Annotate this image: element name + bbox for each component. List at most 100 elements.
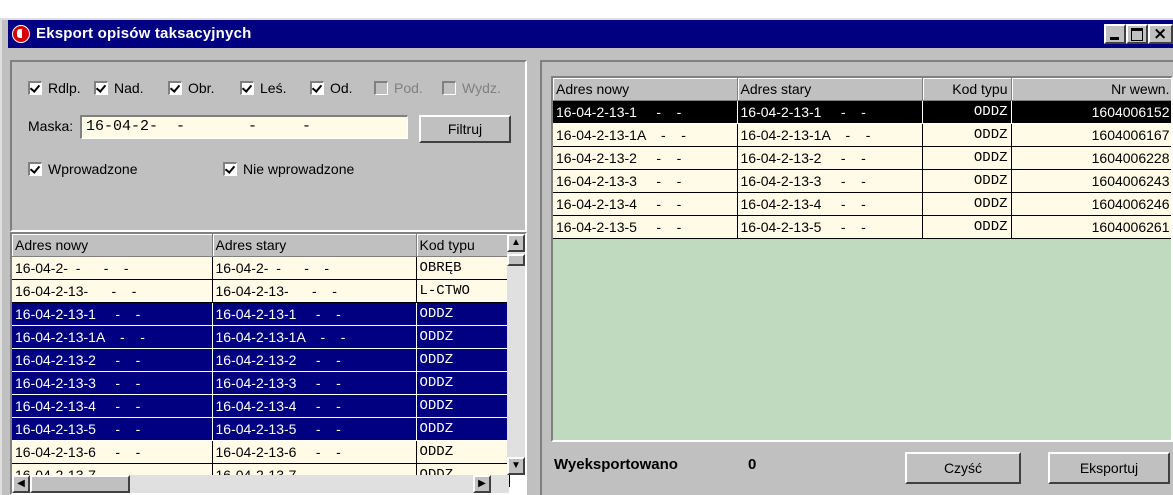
cell-new: 16-04-2-13-5 - - <box>553 215 738 239</box>
cell-old: 16-04-2-13-5 - - <box>212 417 417 441</box>
filter-button[interactable]: Filtruj <box>419 115 511 143</box>
title-bar[interactable]: Eksport opisów taksacyjnych × <box>8 20 1173 48</box>
table-row[interactable]: 16-04-2-13-2 - -16-04-2-13-2 - - ODDZ 1604… <box>553 146 1171 170</box>
minimize-button[interactable] <box>1104 24 1126 44</box>
cell-old: 16-04-2-13-4 - - <box>212 394 417 418</box>
cell-new: 16-04-2-13-2 - - <box>12 348 213 372</box>
scroll-up-arrow-icon[interactable]: ▲ <box>507 234 525 252</box>
filter-button-label: Filtruj <box>447 121 483 137</box>
cell-code: ODDZ <box>416 371 510 395</box>
close-icon: × <box>1153 24 1168 44</box>
source-grid[interactable]: Adres nowy Adres stary Kod typu 16-04-2- -… <box>10 232 527 495</box>
checkbox-box[interactable] <box>28 81 42 95</box>
mask-label: Maska: <box>28 118 74 134</box>
maximize-button[interactable] <box>1126 24 1148 44</box>
close-button[interactable]: × <box>1148 24 1173 44</box>
level-checkbox[interactable]: Od. <box>310 80 353 96</box>
level-checkbox[interactable]: Leś. <box>240 80 286 96</box>
clear-button-label: Czyść <box>943 460 983 476</box>
checkbox-box[interactable] <box>94 81 108 95</box>
checkbox-label: Leś. <box>260 80 287 96</box>
table-row[interactable]: 16-04-2-13-5 - -16-04-2-13-5 - - ODDZ <box>12 417 510 441</box>
scroll-right-arrow-icon[interactable]: ▶ <box>473 475 491 493</box>
cell-old: 16-04-2-13-4 - - <box>737 192 923 216</box>
table-row[interactable]: 16-04-2-13-6 - -16-04-2-13-6 - - ODDZ <box>12 440 510 464</box>
cell-code: ODDZ <box>922 169 1012 193</box>
cell-code: OBRĘB <box>416 256 510 280</box>
cell-code: ODDZ <box>922 215 1012 239</box>
entered-checkbox[interactable]: Wprowadzone <box>28 161 138 177</box>
cell-old: 16-04-2-13-2 - - <box>212 348 417 372</box>
table-row[interactable]: 16-04-2-13-2 - -16-04-2-13-2 - - ODDZ <box>12 348 510 372</box>
cell-new: 16-04-2-13-6 - - <box>12 440 213 464</box>
table-row[interactable]: 16-04-2-13-3 - -16-04-2-13-3 - - ODDZ <box>12 371 510 395</box>
cell-old: 16-04-2-13-1 - - <box>737 100 923 124</box>
checkbox-box <box>374 81 388 95</box>
cell-nr: 1604006243 <box>1011 169 1171 193</box>
cell-nr: 1604006152 <box>1011 100 1171 124</box>
level-checkbox[interactable]: Nad. <box>94 80 144 96</box>
clear-button[interactable]: Czyść <box>905 452 1021 484</box>
table-row[interactable]: 16-04-2-13-1 - -16-04-2-13-1 - - ODDZ 1604… <box>553 100 1171 124</box>
cell-new: 16-04-2-13-1A - - <box>553 123 738 147</box>
checkbox-box[interactable] <box>223 162 237 176</box>
cell-code: ODDZ <box>922 146 1012 170</box>
cell-new: 16-04-2-13-2 - - <box>553 146 738 170</box>
cell-code: ODDZ <box>922 192 1012 216</box>
checkbox-box[interactable] <box>168 81 182 95</box>
cell-code: ODDZ <box>922 123 1012 147</box>
column-header[interactable]: Adres nowy <box>553 78 738 101</box>
export-grid[interactable]: Adres nowy Adres stary Kod typu Nr wewn. 16… <box>551 76 1173 442</box>
export-button[interactable]: Eksportuj <box>1048 452 1170 484</box>
table-row[interactable]: 16-04-2-13-4 - -16-04-2-13-4 - - ODDZ <box>12 394 510 418</box>
not-entered-checkbox[interactable]: Nie wprowadzone <box>223 161 354 177</box>
cell-code: ODDZ <box>416 302 510 326</box>
column-header[interactable]: Adres stary <box>212 234 417 257</box>
checkbox-box[interactable] <box>240 81 254 95</box>
cell-code: ODDZ <box>416 325 510 349</box>
level-checkbox: Wydz. <box>442 80 501 96</box>
table-row[interactable]: 16-04-2-13- - -16-04-2-13- - - L-CTWO <box>12 279 510 303</box>
checkbox-box[interactable] <box>310 81 324 95</box>
cell-code: ODDZ <box>416 440 510 464</box>
column-header[interactable]: Adres stary <box>737 78 923 101</box>
level-checkbox[interactable]: Rdlp. <box>28 80 81 96</box>
cell-old: 16-04-2-13-3 - - <box>212 371 417 395</box>
checkbox-label: Obr. <box>188 80 215 96</box>
cell-nr: 1604006167 <box>1011 123 1171 147</box>
filter-panel: Rdlp. Nad. Obr. Leś. Od. Pod. Wydz. Maska: 16-… <box>10 60 527 232</box>
cell-new: 16-04-2-13-1A - - <box>12 325 213 349</box>
table-row[interactable]: 16-04-2-13-3 - -16-04-2-13-3 - - ODDZ 1604… <box>553 169 1171 193</box>
column-header[interactable]: Kod typu <box>416 234 510 257</box>
checkbox-label: Pod. <box>394 80 423 96</box>
column-header[interactable]: Kod typu <box>922 78 1012 101</box>
column-header[interactable]: Adres nowy <box>12 234 213 257</box>
scroll-left-arrow-icon[interactable]: ◀ <box>12 475 30 493</box>
column-header[interactable]: Nr wewn. <box>1011 78 1171 101</box>
scroll-down-arrow-icon[interactable]: ▼ <box>507 457 525 475</box>
scroll-thumb[interactable] <box>507 254 525 266</box>
cell-code: ODDZ <box>416 394 510 418</box>
cell-nr: 1604006228 <box>1011 146 1171 170</box>
table-row[interactable]: 16-04-2-13-5 - -16-04-2-13-5 - - ODDZ 1604… <box>553 215 1171 239</box>
table-row[interactable]: 16-04-2-13-1A - -16-04-2-13-1A - - ODDZ <box>12 325 510 349</box>
vertical-scrollbar[interactable]: ▲ ▼ <box>507 234 525 475</box>
cell-code: ODDZ <box>922 100 1012 124</box>
not-entered-label: Nie wprowadzone <box>243 161 355 177</box>
cell-new: 16-04-2-13-4 - - <box>553 192 738 216</box>
horizontal-scrollbar[interactable]: ◀ ▶ <box>12 475 509 493</box>
cell-new: 16-04-2-13-1 - - <box>553 100 738 124</box>
cell-code: ODDZ <box>416 417 510 441</box>
checkbox-box[interactable] <box>28 162 42 176</box>
hscroll-thumb[interactable] <box>30 475 130 493</box>
cell-new: 16-04-2-13-3 - - <box>553 169 738 193</box>
checkbox-box <box>442 81 456 95</box>
mask-input[interactable]: 16-04-2- - - - <box>80 115 408 139</box>
entered-label: Wprowadzone <box>48 161 138 177</box>
table-row[interactable]: 16-04-2- - - -16-04-2- - - - OBRĘB <box>12 256 510 280</box>
table-row[interactable]: 16-04-2-13-1 - -16-04-2-13-1 - - ODDZ <box>12 302 510 326</box>
level-checkbox[interactable]: Obr. <box>168 80 214 96</box>
table-row[interactable]: 16-04-2-13-1A - -16-04-2-13-1A - - ODDZ 16… <box>553 123 1171 147</box>
table-row[interactable]: 16-04-2-13-4 - -16-04-2-13-4 - - ODDZ 1604… <box>553 192 1171 216</box>
cell-code: L-CTWO <box>416 279 510 303</box>
